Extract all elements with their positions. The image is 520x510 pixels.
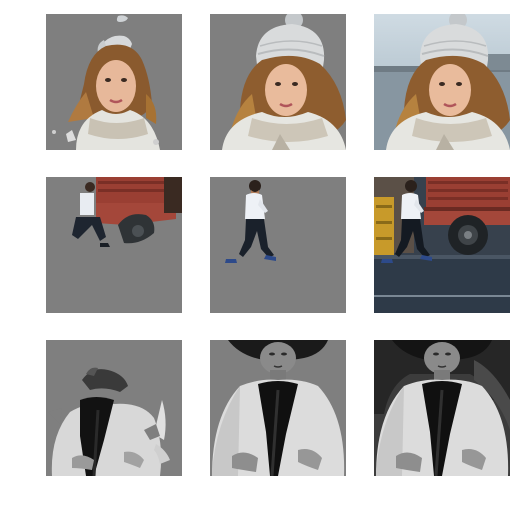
tile-row1-col3-original [374,14,510,150]
tile-row1-col1-predicted-mask [46,14,182,150]
woman-original-image [374,14,510,150]
tile-row2-col1-predicted-mask [46,177,182,313]
woman-refined-segmentation-image [210,14,346,150]
person-partial-segmentation-image [46,340,182,476]
tile-row2-col3-original [374,177,510,313]
person-refined-segmentation-image [210,340,346,476]
tile-row3-col2-refined-mask [210,340,346,476]
tile-row3-col1-predicted-mask [46,340,182,476]
tile-row3-col3-original [374,340,510,476]
tile-row1-col2-refined-mask [210,14,346,150]
person-original-image [374,340,510,476]
man-original-image [374,177,510,313]
man-partial-segmentation-image [46,177,182,313]
woman-partial-segmentation-image [46,14,182,150]
tile-row2-col2-refined-mask [210,177,346,313]
man-refined-segmentation-image [210,177,346,313]
